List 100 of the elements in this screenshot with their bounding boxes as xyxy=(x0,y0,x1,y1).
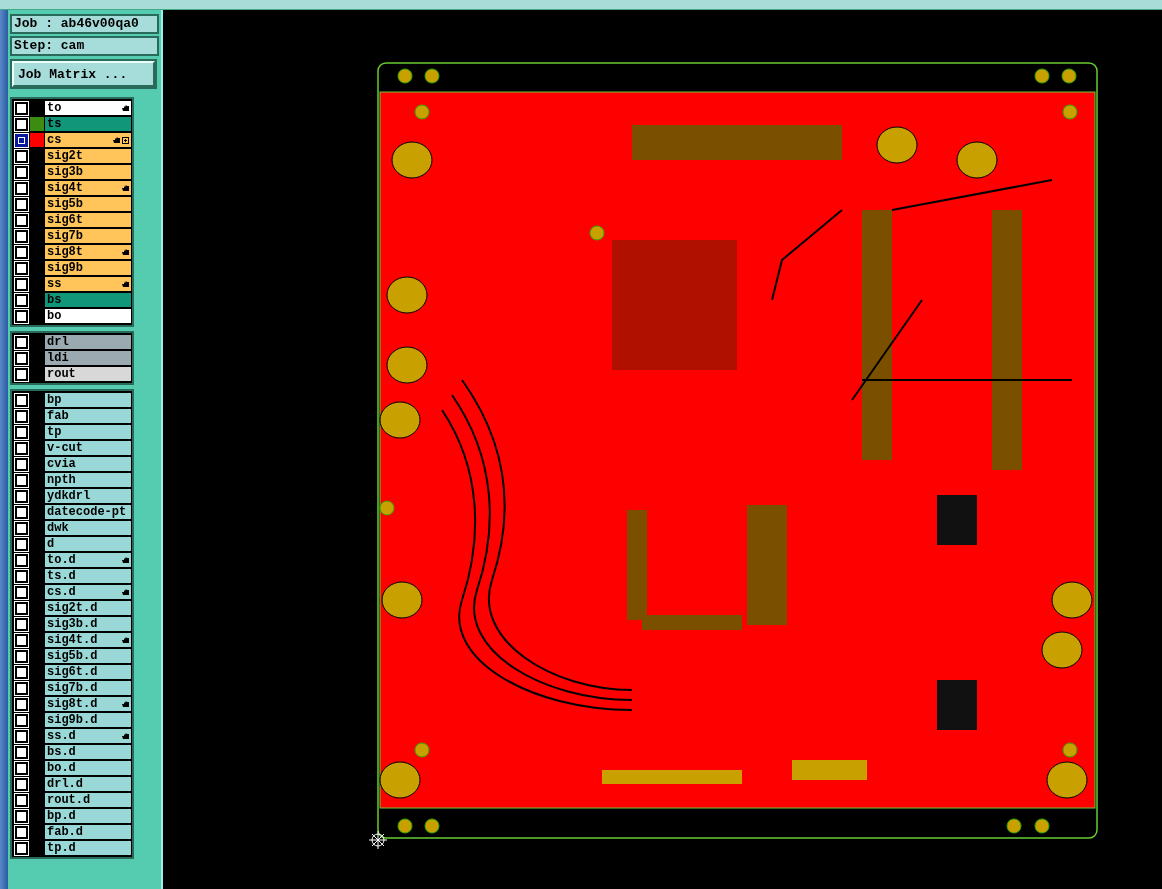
layer-name[interactable]: drl.d xyxy=(45,777,131,791)
layer-checkbox[interactable] xyxy=(14,213,28,227)
layer-name[interactable]: sig8t xyxy=(45,245,131,259)
layer-checkbox[interactable] xyxy=(14,293,28,307)
layer-name[interactable]: dwk xyxy=(45,521,131,535)
layer-name[interactable]: bo.d xyxy=(45,761,131,775)
layer-checkbox[interactable] xyxy=(14,777,28,791)
layer-checkbox[interactable] xyxy=(14,729,28,743)
layer-name[interactable]: rout.d xyxy=(45,793,131,807)
job-name: Job : ab46v00qa0 xyxy=(10,14,159,34)
layer-checkbox[interactable] xyxy=(14,335,28,349)
layer-name[interactable]: ss.d xyxy=(45,729,131,743)
layer-name[interactable]: sig9b xyxy=(45,261,131,275)
layer-name[interactable]: v-cut xyxy=(45,441,131,455)
layer-checkbox[interactable] xyxy=(14,697,28,711)
layer-name[interactable]: rout xyxy=(45,367,131,381)
layer-name[interactable]: bo xyxy=(45,309,131,323)
layer-name[interactable]: bs.d xyxy=(45,745,131,759)
layer-name[interactable]: ts.d xyxy=(45,569,131,583)
layer-checkbox[interactable] xyxy=(14,585,28,599)
layer-name[interactable]: sig3b xyxy=(45,165,131,179)
layer-checkbox[interactable] xyxy=(14,409,28,423)
layer-name[interactable]: fab.d xyxy=(45,825,131,839)
layer-checkbox[interactable] xyxy=(14,229,28,243)
layer-checkbox[interactable] xyxy=(14,761,28,775)
layer-name[interactable]: ldi xyxy=(45,351,131,365)
layer-checkbox[interactable] xyxy=(14,181,28,195)
layer-name[interactable]: ts xyxy=(45,117,131,131)
layer-name[interactable]: sig5b xyxy=(45,197,131,211)
layer-name[interactable]: sig5b.d xyxy=(45,649,131,663)
layer-checkbox[interactable] xyxy=(14,745,28,759)
layer-checkbox[interactable] xyxy=(14,277,28,291)
layer-name[interactable]: tp.d xyxy=(45,841,131,855)
layer-checkbox[interactable] xyxy=(14,649,28,663)
layer-name[interactable]: bs xyxy=(45,293,131,307)
layer-name[interactable]: fab xyxy=(45,409,131,423)
layer-name[interactable]: ydkdrl xyxy=(45,489,131,503)
layer-name[interactable]: npth xyxy=(45,473,131,487)
hand-icon xyxy=(121,248,129,256)
layer-checkbox[interactable] xyxy=(14,133,28,147)
hand-icon xyxy=(112,136,120,144)
layer-name[interactable]: sig2t.d xyxy=(45,601,131,615)
layer-checkbox[interactable] xyxy=(14,261,28,275)
layer-checkbox[interactable] xyxy=(14,809,28,823)
layer-name[interactable]: sig2t xyxy=(45,149,131,163)
layer-checkbox[interactable] xyxy=(14,537,28,551)
layer-checkbox[interactable] xyxy=(14,441,28,455)
layer-checkbox[interactable] xyxy=(14,505,28,519)
layer-checkbox[interactable] xyxy=(14,617,28,631)
layer-checkbox[interactable] xyxy=(14,569,28,583)
layer-checkbox[interactable] xyxy=(14,197,28,211)
layer-name[interactable]: to.d xyxy=(45,553,131,567)
layer-checkbox[interactable] xyxy=(14,457,28,471)
layer-name[interactable]: cvia xyxy=(45,457,131,471)
layer-name[interactable]: bp.d xyxy=(45,809,131,823)
layer-checkbox[interactable] xyxy=(14,521,28,535)
layer-name[interactable]: tp xyxy=(45,425,131,439)
layer-name[interactable]: datecode-pt xyxy=(45,505,131,519)
layer-name[interactable]: sig9b.d xyxy=(45,713,131,727)
hand-icon xyxy=(121,732,129,740)
layer-checkbox[interactable] xyxy=(14,665,28,679)
layer-checkbox[interactable] xyxy=(14,165,28,179)
layer-checkbox[interactable] xyxy=(14,367,28,381)
layer-name[interactable]: ss xyxy=(45,277,131,291)
origin-crosshair-icon xyxy=(368,830,388,850)
layer-checkbox[interactable] xyxy=(14,117,28,131)
layer-checkbox[interactable] xyxy=(14,101,28,115)
layer-checkbox[interactable] xyxy=(14,489,28,503)
layer-name[interactable]: sig4t xyxy=(45,181,131,195)
layer-checkbox[interactable] xyxy=(14,601,28,615)
layer-checkbox[interactable] xyxy=(14,553,28,567)
layer-name[interactable]: sig3b.d xyxy=(45,617,131,631)
layer-checkbox[interactable] xyxy=(14,841,28,855)
layer-checkbox[interactable] xyxy=(14,473,28,487)
layer-name[interactable]: sig7b xyxy=(45,229,131,243)
layer-name[interactable]: sig7b.d xyxy=(45,681,131,695)
layer-name[interactable]: bp xyxy=(45,393,131,407)
layer-name[interactable]: sig8t.d xyxy=(45,697,131,711)
layer-checkbox[interactable] xyxy=(14,793,28,807)
layer-checkbox[interactable] xyxy=(14,309,28,323)
layer-name[interactable]: sig4t.d xyxy=(45,633,131,647)
layer-checkbox[interactable] xyxy=(14,393,28,407)
layer-checkbox[interactable] xyxy=(14,425,28,439)
layer-name[interactable]: cs xyxy=(45,133,131,147)
expand-icon xyxy=(122,136,129,144)
layer-name[interactable]: sig6t.d xyxy=(45,665,131,679)
layer-checkbox[interactable] xyxy=(14,713,28,727)
layer-name[interactable]: to xyxy=(45,101,131,115)
layer-checkbox[interactable] xyxy=(14,825,28,839)
layer-checkbox[interactable] xyxy=(14,351,28,365)
layer-checkbox[interactable] xyxy=(14,149,28,163)
layer-name[interactable]: drl xyxy=(45,335,131,349)
layer-name[interactable]: cs.d xyxy=(45,585,131,599)
layer-name[interactable]: d xyxy=(45,537,131,551)
layer-name[interactable]: sig6t xyxy=(45,213,131,227)
hand-icon xyxy=(121,280,129,288)
layer-checkbox[interactable] xyxy=(14,633,28,647)
layer-checkbox[interactable] xyxy=(14,245,28,259)
job-matrix-button[interactable]: Job Matrix ... xyxy=(12,61,155,87)
layer-checkbox[interactable] xyxy=(14,681,28,695)
